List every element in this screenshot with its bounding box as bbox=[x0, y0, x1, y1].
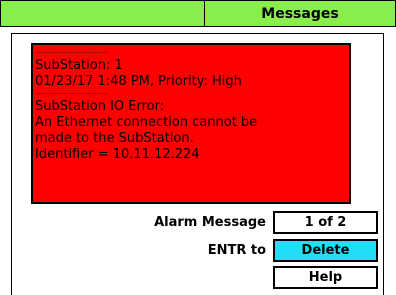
error-detail-line: An Ethernet connection cannot be bbox=[35, 115, 258, 130]
page-title: Messages bbox=[204, 0, 396, 27]
substation-line: SubStation: 1 bbox=[35, 58, 123, 73]
separator-line: ---------------------------------------- bbox=[35, 91, 108, 97]
entr-to-label: ENTR to bbox=[207, 243, 266, 258]
delete-button[interactable]: Delete bbox=[273, 239, 378, 262]
error-title-line: SubStation IO Error: bbox=[35, 99, 165, 114]
alarm-message-box: ----------------------------------------… bbox=[31, 43, 351, 204]
timestamp-priority-line: 01/23/17 1:48 PM, Priority: High bbox=[35, 74, 242, 89]
alarm-message-label: Alarm Message bbox=[154, 215, 266, 230]
help-button[interactable]: Help bbox=[273, 266, 378, 289]
alarm-message-counter: 1 of 2 bbox=[273, 211, 378, 234]
header-left-cell bbox=[0, 0, 204, 27]
identifier-line: Identifier = 10.11.12.224 bbox=[35, 147, 200, 162]
header-bar: Messages bbox=[0, 0, 396, 27]
error-detail-line: made to the SubStation. bbox=[35, 131, 194, 146]
separator-line: ---------------------------------------- bbox=[35, 50, 108, 56]
